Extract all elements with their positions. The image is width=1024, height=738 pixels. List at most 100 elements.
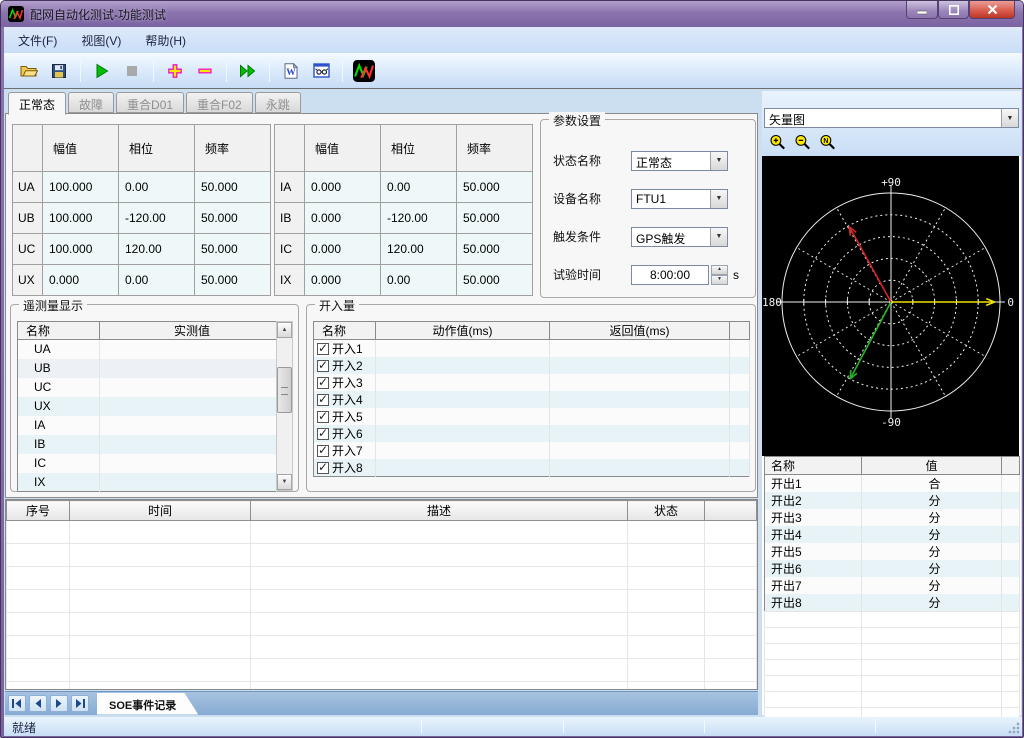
cell-uc-amp[interactable]: 100.000 [43,234,119,265]
spin-down-icon[interactable]: ▼ [711,275,728,285]
zoom-out-button[interactable] [791,132,813,152]
telemetry-row[interactable]: IC [18,454,277,473]
tab-normal-state[interactable]: 正常态 [8,92,66,115]
title-bar[interactable]: 配网自动化测试-功能测试 [1,1,1024,27]
stop-button[interactable] [119,58,145,84]
cell-ic-amp[interactable]: 0.000 [305,234,381,265]
cell-ub-freq[interactable]: 50.000 [195,203,271,234]
nav-first-button[interactable] [8,695,26,712]
output-row[interactable]: 开出6分 [765,560,1020,577]
telemetry-row[interactable]: UX [18,397,277,416]
chevron-down-icon[interactable]: ▼ [1001,109,1018,127]
cell-ua-phase[interactable]: 0.00 [119,172,195,203]
telemetry-scrollbar[interactable]: ▲ ▼ [276,321,293,491]
scroll-up-icon[interactable]: ▲ [277,322,292,338]
menu-item-file[interactable]: 文件(F) [8,28,67,53]
nav-next-button[interactable] [50,695,68,712]
tab-reclose-f02[interactable]: 重合F02 [186,92,253,113]
cell-ua-freq[interactable]: 50.000 [195,172,271,203]
telemetry-row[interactable]: IX [18,473,277,492]
cell-ux-amp[interactable]: 0.000 [43,265,119,296]
cell-ib-amp[interactable]: 0.000 [305,203,381,234]
save-button[interactable] [46,58,72,84]
start-button[interactable] [89,58,115,84]
output-row[interactable]: 开出4分 [765,526,1020,543]
output-row[interactable]: 开出5分 [765,543,1020,560]
output-row[interactable]: 开出2分 [765,492,1020,509]
minimize-button[interactable] [906,1,938,19]
resize-grip[interactable] [1008,722,1020,734]
device-name-select[interactable]: FTU1 ▼ [631,189,728,209]
output-row[interactable]: 开出7分 [765,577,1020,594]
scroll-down-icon[interactable]: ▼ [277,474,292,490]
test-time-field[interactable]: 8:00:00 [631,265,709,285]
cell-ib-phase[interactable]: -120.00 [381,203,457,234]
chevron-down-icon[interactable]: ▼ [710,152,727,170]
zoom-reset-button[interactable]: N [816,132,838,152]
input-checkbox[interactable] [317,360,329,372]
menu-item-help[interactable]: 帮助(H) [135,28,196,53]
device-name-label: 设备名称 [553,190,631,207]
close-button[interactable] [969,1,1015,19]
cell-ub-amp[interactable]: 100.000 [43,203,119,234]
run-all-button[interactable] [235,58,261,84]
cell-ix-amp[interactable]: 0.000 [305,265,381,296]
cell-ib-freq[interactable]: 50.000 [457,203,533,234]
output-row[interactable]: 开出3分 [765,509,1020,526]
nav-last-button[interactable] [71,695,89,712]
output-row[interactable]: 开出8分 [765,594,1020,612]
cell-ix-freq[interactable]: 50.000 [457,265,533,296]
telemetry-row[interactable]: UC [18,378,277,397]
cell-ia-phase[interactable]: 0.00 [381,172,457,203]
nav-prev-button[interactable] [29,695,47,712]
add-state-button[interactable] [162,58,188,84]
waveform-view-button[interactable] [351,58,377,84]
input-checkbox[interactable] [317,394,329,406]
cell-ub-phase[interactable]: -120.00 [119,203,195,234]
state-name-select[interactable]: 正常态 ▼ [631,151,728,171]
input-checkbox[interactable] [317,343,329,355]
chevron-down-icon[interactable]: ▼ [710,228,727,246]
cell-ic-freq[interactable]: 50.000 [457,234,533,265]
view-type-select[interactable]: 矢量图 ▼ [764,108,1019,128]
output-row[interactable]: 开出1合 [765,475,1020,493]
table-row-ia: IA 0.000 0.00 50.000 [275,172,533,203]
cell-uc-freq[interactable]: 50.000 [195,234,271,265]
remove-state-button[interactable] [192,58,218,84]
input-checkbox[interactable] [317,411,329,423]
open-button[interactable] [16,58,42,84]
cell-ia-amp[interactable]: 0.000 [305,172,381,203]
status-separator [421,719,422,733]
zoom-in-button[interactable] [766,132,788,152]
menu-item-view[interactable]: 视图(V) [71,28,131,53]
col-header-no: 序号 [7,501,70,521]
tab-reclose-d01[interactable]: 重合D01 [116,92,184,113]
telemetry-row[interactable]: UB [18,359,277,378]
telemetry-row[interactable]: UA [18,340,277,359]
cell-ix-phase[interactable]: 0.00 [381,265,457,296]
report-preview-button[interactable] [308,58,334,84]
telemetry-table: 名称 实测值 UA UB UC UX IA IB IC IX [17,321,277,492]
input-checkbox[interactable] [317,428,329,440]
cell-ia-freq[interactable]: 50.000 [457,172,533,203]
cell-ux-freq[interactable]: 50.000 [195,265,271,296]
spin-up-icon[interactable]: ▲ [711,265,728,275]
scrollbar-thumb[interactable] [277,367,292,413]
output-value: 分 [862,492,1002,509]
word-report-button[interactable]: W [278,58,304,84]
telemetry-row[interactable]: IA [18,416,277,435]
cell-uc-phase[interactable]: 120.00 [119,234,195,265]
tab-soe-event-record[interactable]: SOE事件记录 [97,693,198,715]
cell-ic-phase[interactable]: 120.00 [381,234,457,265]
tab-fault[interactable]: 故障 [68,92,114,113]
trigger-condition-select[interactable]: GPS触发 ▼ [631,227,728,247]
cell-ux-phase[interactable]: 0.00 [119,265,195,296]
cell-ua-amp[interactable]: 100.000 [43,172,119,203]
input-checkbox[interactable] [317,462,329,474]
tab-permanent-trip[interactable]: 永跳 [255,92,301,113]
chevron-down-icon[interactable]: ▼ [710,190,727,208]
telemetry-row[interactable]: IB [18,435,277,454]
input-checkbox[interactable] [317,377,329,389]
input-checkbox[interactable] [317,445,329,457]
maximize-button[interactable] [938,1,969,19]
